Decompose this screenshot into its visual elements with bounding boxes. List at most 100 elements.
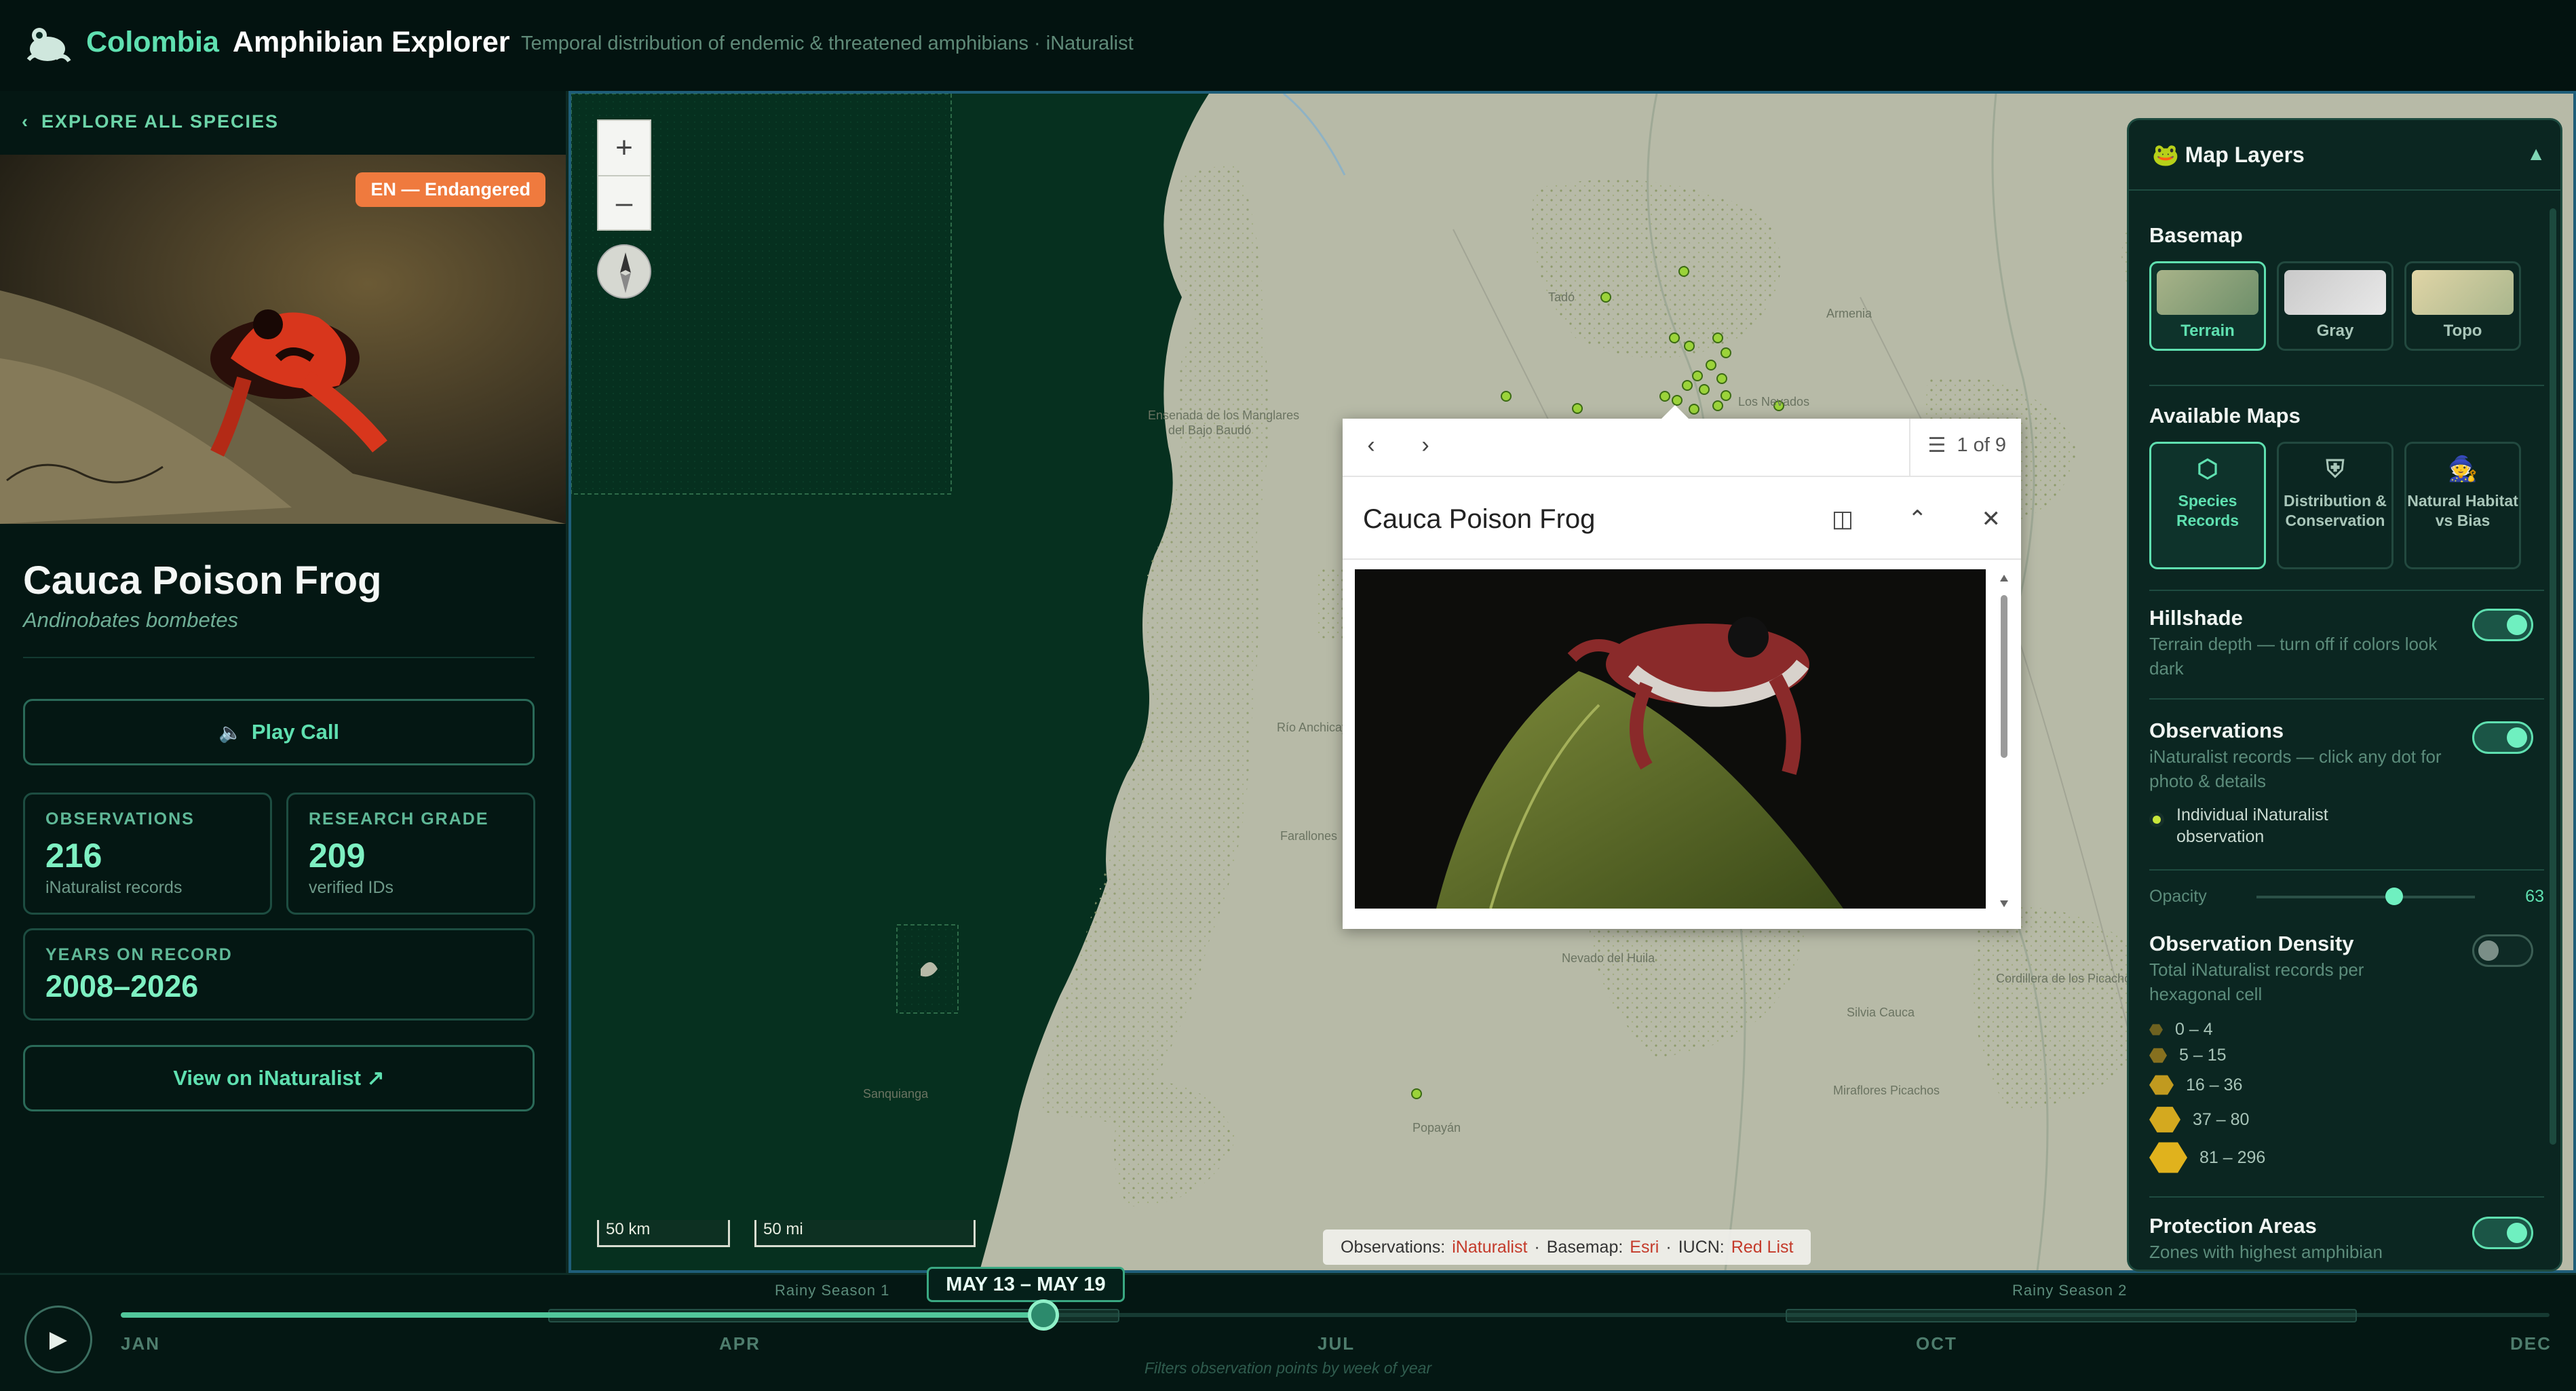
divider [2149,590,2544,591]
view-on-inaturalist-button[interactable]: View on iNaturalist ↗ [23,1045,535,1111]
divider [2149,1196,2544,1198]
density-bin-label: 5 – 15 [2179,1046,2227,1065]
map-option-label: Natural Habitat vs Bias [2407,492,2518,529]
collapse-icon[interactable]: ⌃ [1908,506,1927,533]
attr-obs-source[interactable]: iNaturalist [1452,1238,1527,1257]
map-attribution: Observations: iNaturalist · Basemap: Esr… [1323,1230,1811,1265]
season-label: Rainy Season 2 [2012,1282,2128,1299]
observations-toggle[interactable] [2472,721,2533,754]
map-distribution-conservation[interactable]: ⛨ Distribution & Conservation [2277,442,2394,569]
observation-legend: Individual iNaturalist observation [2149,804,2360,847]
shield-icon: ⛨ [2326,455,2345,482]
stat-label: RESEARCH GRADE [309,809,489,828]
attr-iucn-label: IUCN: [1678,1237,1725,1257]
species-common-name: Cauca Poison Frog [23,558,382,603]
svg-text:del Bajo Baudó: del Bajo Baudó [1168,423,1251,437]
svg-text:Los Nevados: Los Nevados [1738,395,1809,408]
observation-photo[interactable] [1355,569,1986,909]
feature-counter-label: 1 of 9 [1957,434,2006,456]
basemap-topo[interactable]: Topo [2404,261,2521,351]
month-label: JAN [121,1333,161,1354]
density-bin: 0 – 4 [2149,1020,2213,1040]
map-species-records[interactable]: ⬡ Species Records [2149,442,2266,569]
map-layers-header[interactable]: 🐸 Map Layers ▲ [2129,120,2560,191]
density-bin-label: 0 – 4 [2175,1020,2213,1039]
zoom-out-button[interactable]: – [598,175,650,229]
scale-bar-mi: 50 mi [754,1220,976,1247]
season-label: Rainy Season 1 [775,1282,890,1299]
map-layers-panel: 🐸 Map Layers ▲ Basemap Terrain Gray Topo… [2127,118,2562,1272]
opacity-value: 63 [2525,887,2544,906]
rainy-season-2-band [1786,1309,2357,1322]
month-label: DEC [2510,1333,2552,1354]
place-label: Tadó [1548,290,1575,304]
hexagon-icon [2149,1107,2180,1132]
topo-swatch [2412,270,2514,315]
protection-areas-toggle[interactable] [2472,1217,2533,1249]
density-title: Observation Density [2149,932,2354,955]
research-grade-stat-card: RESEARCH GRADE 209 verified IDs [286,793,535,915]
density-bin-label: 81 – 296 [2199,1147,2266,1167]
years-on-record-stat-card: YEARS ON RECORD 2008–2026 [23,928,535,1021]
protection-areas-title: Protection Areas [2149,1214,2317,1238]
protection-areas-desc: Zones with highest amphibian [2149,1242,2383,1262]
play-call-label: Play Call [251,720,340,744]
attr-basemap-source[interactable]: Esri [1630,1238,1659,1257]
layers-scrollbar[interactable] [2550,208,2556,1145]
zoom-control: + – [597,119,651,231]
explore-all-species-label: EXPLORE ALL SPECIES [41,111,280,132]
play-call-button[interactable]: 🔈 Play Call [23,699,535,765]
observation-dot-icon [2149,812,2164,827]
divider [1908,419,1910,477]
density-bin: 37 – 80 [2149,1105,2249,1134]
attr-dot: · [1666,1237,1672,1257]
attr-iucn-source[interactable]: Red List [1731,1238,1794,1257]
month-label: APR [719,1333,761,1354]
observations-desc: iNaturalist records — click any dot for … [2149,746,2442,791]
map-option-label: Species Records [2176,492,2239,529]
density-bin-label: 16 – 36 [2186,1075,2243,1094]
density-toggle[interactable] [2472,934,2533,967]
close-icon[interactable]: ✕ [1982,506,2001,533]
divider [23,657,535,658]
map-layers-label: Map Layers [2185,142,2305,167]
svg-text:Silvia Cauca: Silvia Cauca [1847,1006,1915,1019]
hexagon-icon [2149,1075,2174,1095]
previous-feature-button[interactable]: ‹ [1358,432,1385,459]
svg-text:Sanquianga: Sanquianga [863,1087,929,1101]
basemap-gray[interactable]: Gray [2277,261,2394,351]
month-label: JUL [1318,1333,1356,1354]
density-bin: 16 – 36 [2149,1074,2242,1096]
divider [2149,385,2544,386]
popup-actions: ◫ ⌃ ✕ [1832,506,2001,533]
hillshade-title: Hillshade [2149,606,2243,630]
stat-value: 2008–2026 [45,969,199,1004]
explore-all-species-link[interactable]: ‹ EXPLORE ALL SPECIES [22,111,279,132]
timeline-thumb[interactable] [1028,1299,1060,1331]
map-habitat-vs-bias[interactable]: 🧙 Natural Habitat vs Bias [2404,442,2521,569]
opacity-slider-thumb[interactable] [2385,887,2404,905]
hillshade-toggle[interactable] [2472,609,2533,641]
chevron-left-icon: ‹ [22,111,29,132]
popup-scrollbar[interactable] [1998,575,2010,907]
opacity-slider[interactable] [2256,887,2476,905]
feature-counter[interactable]: ☰ 1 of 9 [1908,419,2006,477]
basemap-terrain[interactable]: Terrain [2149,261,2266,351]
available-maps-title: Available Maps [2149,404,2301,427]
observations-title: Observations [2149,719,2284,742]
frog-icon: 🐸 [2152,142,2179,167]
month-label: OCT [1916,1333,1957,1354]
density-bin: 5 – 15 [2149,1046,2227,1065]
next-feature-button[interactable]: › [1412,432,1439,459]
observation-popup: ‹ › ☰ 1 of 9 Cauca Poison Frog ◫ ⌃ ✕ [1343,405,2021,929]
divider [2149,698,2544,700]
map-layers-title: 🐸 Map Layers [2152,142,2305,168]
terrain-swatch [2157,270,2258,315]
timeline-progress [121,1312,1044,1318]
collapse-caret-icon[interactable]: ▲ [2526,143,2545,165]
species-sidebar: ‹ EXPLORE ALL SPECIES EN — Endangered Ca… [0,91,569,1273]
zoom-in-button[interactable]: + [598,121,650,175]
opacity-label: Opacity [2149,887,2207,906]
dock-icon[interactable]: ◫ [1832,506,1853,533]
compass-icon[interactable] [597,244,651,299]
